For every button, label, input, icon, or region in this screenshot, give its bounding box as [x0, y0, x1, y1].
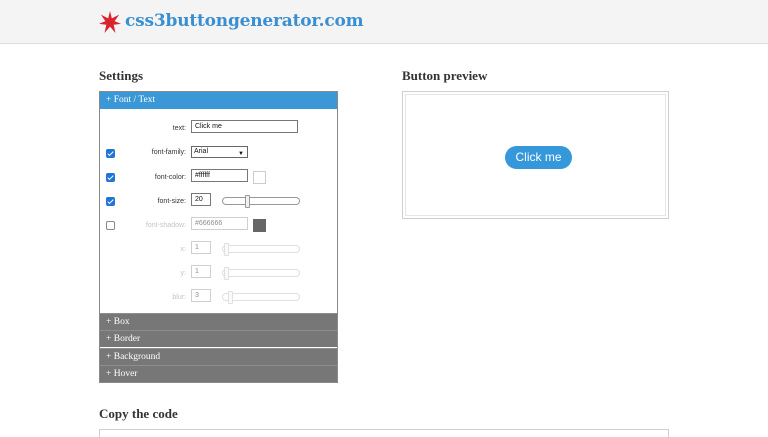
- font-family-label: font-family:: [151, 149, 186, 156]
- shadow-blur-input[interactable]: 3: [191, 289, 211, 302]
- font-text-section-header[interactable]: + Font / Text: [100, 92, 337, 109]
- font-size-slider-handle[interactable]: [245, 195, 250, 208]
- shadow-y-label: y:: [180, 270, 186, 277]
- font-size-label: font-size:: [157, 198, 186, 205]
- font-size-slider[interactable]: [222, 195, 300, 208]
- copy-code-title: Copy the code: [99, 406, 178, 421]
- font-family-value: Arial: [194, 148, 209, 155]
- box-section-header[interactable]: + Box: [100, 313, 337, 330]
- shadow-x-slider-handle[interactable]: [224, 243, 229, 256]
- star-logo-icon: [99, 11, 121, 33]
- settings-title: Settings: [99, 68, 144, 83]
- chevron-down-icon: ▼: [238, 151, 244, 157]
- font-color-label: font-color:: [154, 174, 186, 181]
- button-preview-box: Click me: [402, 91, 669, 219]
- site-header: css3buttongenerator.com: [0, 0, 768, 44]
- font-color-swatch[interactable]: [253, 171, 266, 184]
- shadow-blur-slider[interactable]: [222, 291, 300, 304]
- font-color-input[interactable]: #ffffff: [191, 169, 248, 182]
- site-logo-text[interactable]: css3buttongenerator.com: [125, 11, 364, 31]
- preview-canvas: Click me: [405, 94, 666, 216]
- font-shadow-swatch[interactable]: [253, 219, 266, 232]
- hover-section-header[interactable]: + Hover: [100, 365, 337, 382]
- settings-panel: + Font / Text text: Click me font-family…: [99, 91, 338, 383]
- shadow-x-slider[interactable]: [222, 243, 300, 256]
- font-family-select[interactable]: Arial ▼: [191, 146, 248, 158]
- shadow-y-slider[interactable]: [222, 267, 300, 280]
- preview-title: Button preview: [402, 68, 488, 83]
- text-input[interactable]: Click me: [191, 120, 298, 133]
- shadow-blur-label: blur:: [172, 294, 186, 301]
- preview-button[interactable]: Click me: [505, 146, 572, 169]
- shadow-y-slider-handle[interactable]: [224, 267, 229, 280]
- font-shadow-input[interactable]: #666666: [191, 217, 248, 230]
- code-output-box[interactable]: [99, 429, 669, 437]
- shadow-y-input[interactable]: 1: [191, 265, 211, 278]
- background-section-header[interactable]: + Background: [100, 348, 337, 365]
- shadow-x-label: x:: [180, 246, 186, 253]
- shadow-blur-slider-handle[interactable]: [228, 291, 233, 304]
- shadow-x-input[interactable]: 1: [191, 241, 211, 254]
- font-size-input[interactable]: 20: [191, 193, 211, 206]
- border-section-header[interactable]: + Border: [100, 330, 337, 347]
- font-shadow-label: font-shadow:: [145, 222, 186, 229]
- text-label: text:: [172, 125, 186, 132]
